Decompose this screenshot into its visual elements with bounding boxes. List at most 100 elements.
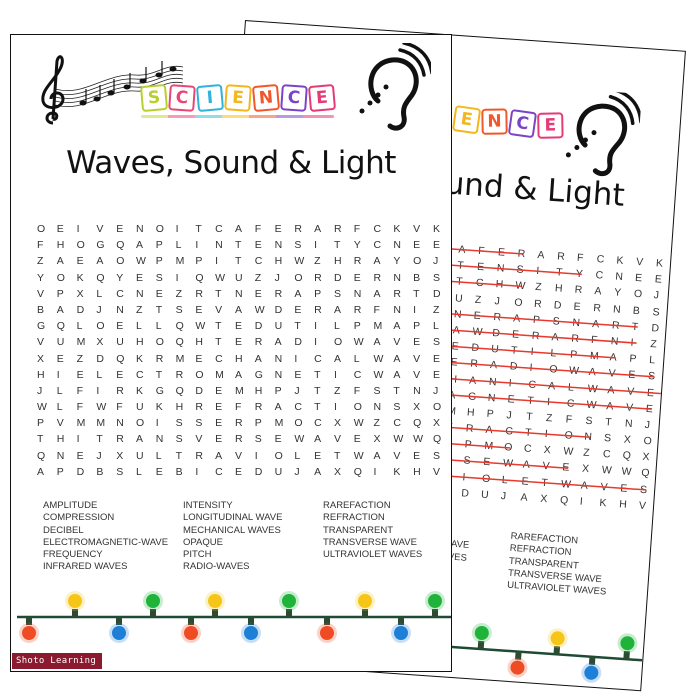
light-bulb bbox=[425, 591, 445, 617]
word-item: MECHANICAL WAVES bbox=[183, 524, 281, 536]
grid-letter: A bbox=[393, 368, 401, 381]
grid-letter: J bbox=[432, 384, 439, 397]
grid-letter: I bbox=[544, 427, 549, 441]
grid-letter: D bbox=[96, 352, 104, 365]
grid-letter: I bbox=[314, 239, 318, 252]
grid-letter: T bbox=[413, 287, 420, 300]
grid-row: GQLOELLQWTEDUTILPMAPLZN bbox=[37, 318, 451, 334]
grid-letter: U bbox=[490, 343, 500, 356]
grid-letter: Q bbox=[622, 449, 632, 463]
grid-letter: U bbox=[480, 488, 490, 501]
grid-letter: W bbox=[472, 325, 483, 339]
grid-letter: T bbox=[683, 421, 686, 434]
grid-letter: L bbox=[333, 320, 340, 333]
grid-letter: I bbox=[76, 223, 80, 235]
grid-letter: V bbox=[432, 465, 440, 478]
grid-letter: W bbox=[568, 364, 580, 378]
grid-letter: E bbox=[76, 368, 84, 381]
grid-row: OEIVENOITCAFERARFCKVKUE bbox=[37, 221, 451, 237]
grid-letter: I bbox=[373, 465, 377, 478]
grid-letter: L bbox=[294, 449, 301, 462]
grid-letter: W bbox=[586, 398, 597, 412]
grid-letter: Z bbox=[37, 255, 44, 268]
grid-letter: D bbox=[195, 384, 203, 397]
grid-letter: A bbox=[274, 336, 282, 349]
grid-letter: O bbox=[116, 255, 125, 268]
grid-letter: E bbox=[314, 449, 322, 462]
grid-letter: G bbox=[254, 368, 263, 381]
grid-letter: S bbox=[516, 263, 525, 277]
grid-letter: H bbox=[333, 255, 342, 268]
grid-letter: A bbox=[373, 336, 381, 349]
grid-letter: A bbox=[588, 366, 597, 379]
grid-letter: T bbox=[314, 384, 321, 397]
grid-letter: E bbox=[497, 246, 506, 259]
grid-letter: C bbox=[566, 397, 575, 410]
grid-letter: E bbox=[116, 320, 124, 333]
grid-letter: Z bbox=[432, 303, 440, 316]
grid-letter: O bbox=[76, 239, 85, 252]
grid-letter: K bbox=[599, 496, 607, 510]
grid-letter: P bbox=[314, 287, 322, 300]
grid-letter: U bbox=[135, 449, 144, 462]
grid-letter: X bbox=[76, 287, 84, 300]
grid-letter: G bbox=[467, 390, 477, 403]
grid-letter: L bbox=[96, 368, 103, 381]
grid-letter: F bbox=[76, 401, 84, 414]
grid-letter: W bbox=[135, 255, 146, 268]
light-bulb bbox=[355, 591, 375, 617]
grid-letter: O bbox=[513, 296, 523, 309]
grid-letter: V bbox=[413, 223, 421, 235]
grid-letter: G bbox=[96, 239, 105, 252]
grid-letter: V bbox=[215, 303, 223, 316]
light-bulb bbox=[109, 617, 129, 643]
grid-letter: S bbox=[603, 432, 612, 445]
grid-letter: O bbox=[294, 271, 303, 284]
grid-letter: E bbox=[353, 433, 361, 446]
grid-letter: E bbox=[116, 223, 124, 235]
grid-letter: R bbox=[611, 319, 620, 332]
grid-letter: H bbox=[274, 255, 283, 268]
ear-sound-icon bbox=[359, 43, 431, 131]
grid-letter: A bbox=[373, 287, 381, 300]
grid-letter: A bbox=[56, 255, 64, 268]
grid-letter: X bbox=[333, 417, 341, 430]
grid-letter: A bbox=[594, 285, 602, 298]
grid-letter: R bbox=[592, 301, 602, 315]
grid-letter: M bbox=[175, 255, 185, 268]
grid-letter: T bbox=[524, 426, 532, 440]
grid-letter: X bbox=[413, 401, 421, 414]
grid-letter: V bbox=[333, 433, 341, 446]
grid-letter: O bbox=[37, 223, 46, 235]
grid-letter: O bbox=[674, 274, 684, 288]
grid-letter: R bbox=[469, 357, 479, 371]
grid-letter: R bbox=[155, 352, 164, 365]
grid-letter: V bbox=[96, 223, 104, 235]
grid-letter: E bbox=[274, 433, 282, 446]
grid-letter: V bbox=[608, 367, 616, 381]
grid-letter: I bbox=[314, 336, 318, 349]
grid-letter: P bbox=[486, 407, 495, 421]
word-item: ELECTROMAGNETIC-WAVE bbox=[43, 536, 169, 548]
grid-letter: I bbox=[579, 495, 584, 508]
grid-letter: E bbox=[413, 449, 421, 462]
grid-letter: T bbox=[234, 255, 242, 268]
grid-letter: D bbox=[432, 287, 441, 300]
grid-letter: N bbox=[583, 430, 593, 444]
grid-letter: O bbox=[155, 336, 164, 349]
grid-letter: N bbox=[135, 287, 144, 300]
grid-letter: B bbox=[413, 271, 421, 284]
grid-letter: M bbox=[76, 417, 86, 430]
grid-letter: R bbox=[254, 401, 263, 414]
grid-letter: W bbox=[601, 464, 613, 478]
grid-letter: D bbox=[294, 336, 302, 349]
grid-letter: C bbox=[504, 425, 514, 438]
grid-letter: J bbox=[37, 384, 43, 397]
word-item: LONGITUDINAL WAVE bbox=[183, 512, 283, 524]
grid-letter: V bbox=[625, 401, 634, 414]
grid-letter: L bbox=[175, 239, 182, 252]
grid-letter: C bbox=[528, 378, 537, 391]
grid-letter: U bbox=[675, 258, 684, 272]
grid-letter: Z bbox=[76, 352, 84, 365]
grid-letter: A bbox=[393, 352, 401, 365]
